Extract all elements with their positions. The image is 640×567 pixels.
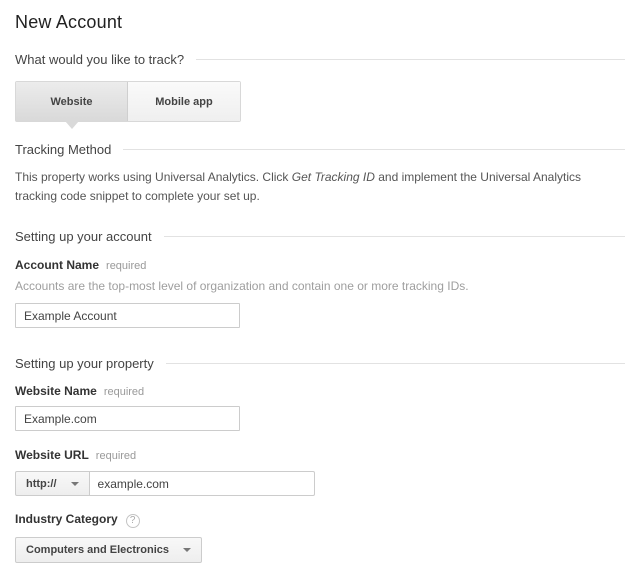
tab-mobile-app[interactable]: Mobile app [128, 82, 240, 121]
website-name-input[interactable] [15, 406, 240, 431]
website-url-required-note: required [96, 450, 136, 462]
chevron-down-icon [71, 482, 79, 486]
account-name-required-note: required [106, 260, 146, 272]
website-url-label-row: Website URL required [15, 448, 625, 462]
section-divider [164, 236, 625, 237]
account-name-helper: Accounts are the top-most level of organ… [15, 279, 625, 293]
section-divider [166, 363, 625, 364]
property-section-header: Setting up your property [15, 356, 625, 371]
website-name-label: Website Name [15, 384, 97, 398]
tab-website[interactable]: Website [16, 82, 128, 121]
help-icon[interactable]: ? [126, 514, 140, 528]
website-name-label-row: Website Name required [15, 384, 625, 398]
account-name-label: Account Name [15, 258, 99, 272]
tracking-method-heading: Tracking Method [15, 142, 111, 157]
account-section-header: Setting up your account [15, 229, 625, 244]
get-tracking-id-ref: Get Tracking ID [292, 170, 375, 184]
track-type-tabs: Website Mobile app [15, 81, 241, 122]
industry-category-label-row: Industry Category ? [15, 512, 625, 528]
section-divider [123, 149, 625, 150]
selected-tab-caret-icon [65, 121, 79, 129]
account-name-input[interactable] [15, 303, 240, 328]
new-account-page: New Account What would you like to track… [0, 0, 640, 567]
track-section-header: What would you like to track? [15, 52, 625, 67]
website-url-row: http:// [15, 471, 625, 496]
industry-category-value: Computers and Electronics [26, 544, 169, 556]
track-section-heading: What would you like to track? [15, 52, 184, 67]
chevron-down-icon [183, 548, 191, 552]
website-name-required-note: required [104, 386, 144, 398]
url-protocol-value: http:// [26, 478, 57, 490]
website-url-input[interactable] [90, 471, 315, 496]
industry-category-dropdown[interactable]: Computers and Electronics [15, 537, 202, 563]
page-title: New Account [15, 12, 625, 33]
url-protocol-dropdown[interactable]: http:// [15, 471, 90, 496]
website-url-label: Website URL [15, 448, 89, 462]
tracking-method-desc-start: This property works using Universal Anal… [15, 170, 292, 184]
property-section-heading: Setting up your property [15, 356, 154, 371]
tracking-method-description: This property works using Universal Anal… [15, 168, 625, 206]
account-section-heading: Setting up your account [15, 229, 152, 244]
tab-mobile-app-label: Mobile app [155, 96, 212, 108]
account-name-label-row: Account Name required [15, 258, 625, 272]
industry-category-label: Industry Category [15, 512, 118, 526]
tab-website-label: Website [51, 96, 93, 108]
section-divider [196, 59, 625, 60]
tracking-method-header: Tracking Method [15, 142, 625, 157]
